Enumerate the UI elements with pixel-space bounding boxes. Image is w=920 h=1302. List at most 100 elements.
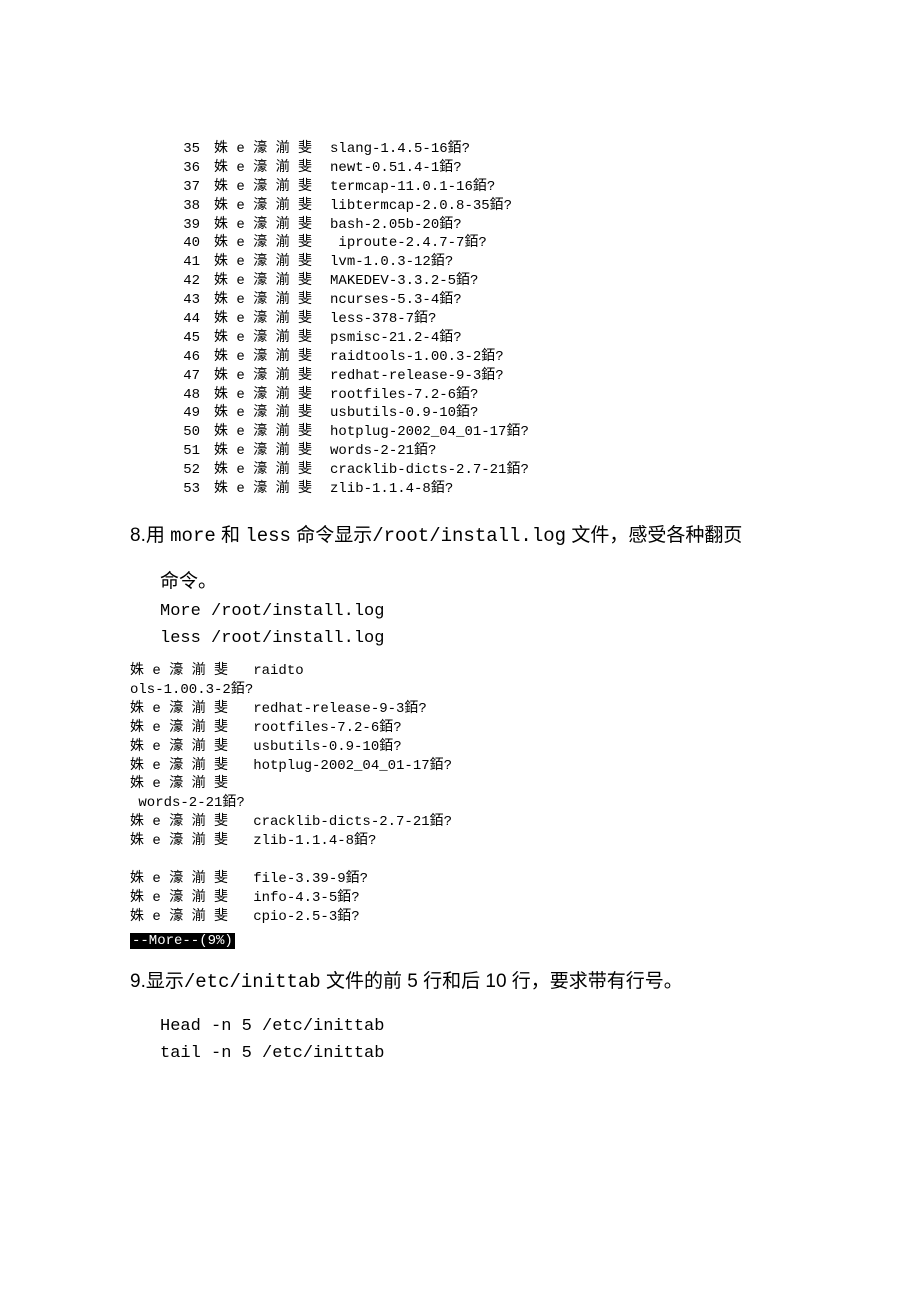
line-number: 43 bbox=[160, 291, 214, 310]
line-value: psmisc-21.2-4銆? bbox=[330, 329, 462, 348]
line-prefix: 姝 e 濠 湔 斐 bbox=[214, 442, 330, 461]
line-prefix: 姝 e 濠 湔 斐 bbox=[214, 310, 330, 329]
line-value: zlib-1.1.4-8銆? bbox=[330, 480, 453, 499]
line-number: 52 bbox=[160, 461, 214, 480]
terminal-row: 45姝 e 濠 湔 斐psmisc-21.2-4銆? bbox=[160, 329, 840, 348]
terminal-row: 37姝 e 濠 湔 斐termcap-11.0.1-16銆? bbox=[160, 178, 840, 197]
terminal-line bbox=[130, 851, 840, 870]
line-prefix: 姝 e 濠 湔 斐 bbox=[214, 197, 330, 216]
line-prefix: 姝 e 濠 湔 斐 bbox=[214, 216, 330, 235]
line-value: less-378-7銆? bbox=[330, 310, 436, 329]
terminal-listing-2: 姝 e 濠 湔 斐 raidtools-1.00.3-2銆?姝 e 濠 湔 斐 … bbox=[130, 662, 840, 926]
terminal-row: 43姝 e 濠 湔 斐ncurses-5.3-4銆? bbox=[160, 291, 840, 310]
terminal-row: 41姝 e 濠 湔 斐lvm-1.0.3-12銆? bbox=[160, 253, 840, 272]
terminal-line: 姝 e 濠 湔 斐 usbutils-0.9-10銆? bbox=[130, 738, 840, 757]
line-value: MAKEDEV-3.3.2-5銆? bbox=[330, 272, 478, 291]
line-number: 53 bbox=[160, 480, 214, 499]
terminal-row: 35姝 e 濠 湔 斐slang-1.4.5-16銆? bbox=[160, 140, 840, 159]
line-prefix: 姝 e 濠 湔 斐 bbox=[214, 423, 330, 442]
command-less: less /root/install.log bbox=[160, 625, 840, 652]
line-prefix: 姝 e 濠 湔 斐 bbox=[214, 178, 330, 197]
line-number: 47 bbox=[160, 367, 214, 386]
terminal-row: 46姝 e 濠 湔 斐raidtools-1.00.3-2銆? bbox=[160, 348, 840, 367]
terminal-row: 52姝 e 濠 湔 斐cracklib-dicts-2.7-21銆? bbox=[160, 461, 840, 480]
terminal-row: 49姝 e 濠 湔 斐usbutils-0.9-10銆? bbox=[160, 404, 840, 423]
line-value: iproute-2.4.7-7銆? bbox=[330, 234, 487, 253]
line-prefix: 姝 e 濠 湔 斐 bbox=[214, 140, 330, 159]
terminal-row: 47姝 e 濠 湔 斐redhat-release-9-3銆? bbox=[160, 367, 840, 386]
line-value: ncurses-5.3-4銆? bbox=[330, 291, 462, 310]
terminal-line: 姝 e 濠 湔 斐 bbox=[130, 775, 840, 794]
more-status-bar: --More--(9%) bbox=[130, 933, 235, 949]
line-prefix: 姝 e 濠 湔 斐 bbox=[214, 234, 330, 253]
line-number: 51 bbox=[160, 442, 214, 461]
line-value: raidtools-1.00.3-2銆? bbox=[330, 348, 504, 367]
line-value: usbutils-0.9-10銆? bbox=[330, 404, 478, 423]
terminal-row: 53姝 e 濠 湔 斐zlib-1.1.4-8銆? bbox=[160, 480, 840, 499]
line-prefix: 姝 e 濠 湔 斐 bbox=[214, 348, 330, 367]
line-number: 50 bbox=[160, 423, 214, 442]
line-value: words-2-21銆? bbox=[330, 442, 436, 461]
line-value: newt-0.51.4-1銆? bbox=[330, 159, 462, 178]
line-value: hotplug-2002_04_01-17銆? bbox=[330, 423, 529, 442]
terminal-line: 姝 e 濠 湔 斐 info-4.3-5銆? bbox=[130, 889, 840, 908]
line-prefix: 姝 e 濠 湔 斐 bbox=[214, 480, 330, 499]
line-number: 42 bbox=[160, 272, 214, 291]
terminal-line: 姝 e 濠 湔 斐 file-3.39-9銆? bbox=[130, 870, 840, 889]
terminal-row: 48姝 e 濠 湔 斐rootfiles-7.2-6銆? bbox=[160, 386, 840, 405]
question-8-tail: 命令。 bbox=[160, 567, 840, 597]
terminal-line: 姝 e 濠 湔 斐 cracklib-dicts-2.7-21銆? bbox=[130, 813, 840, 832]
terminal-line: 姝 e 濠 湔 斐 zlib-1.1.4-8銆? bbox=[130, 832, 840, 851]
line-value: cracklib-dicts-2.7-21銆? bbox=[330, 461, 529, 480]
line-prefix: 姝 e 濠 湔 斐 bbox=[214, 386, 330, 405]
line-number: 35 bbox=[160, 140, 214, 159]
question-8-heading: 8.用 more 和 less 命令显示/root/install.log 文件… bbox=[130, 521, 840, 551]
terminal-line: 姝 e 濠 湔 斐 rootfiles-7.2-6銆? bbox=[130, 719, 840, 738]
line-number: 46 bbox=[160, 348, 214, 367]
terminal-row: 44姝 e 濠 湔 斐less-378-7銆? bbox=[160, 310, 840, 329]
line-prefix: 姝 e 濠 湔 斐 bbox=[214, 404, 330, 423]
terminal-line: words-2-21銆? bbox=[130, 794, 840, 813]
terminal-line: 姝 e 濠 湔 斐 raidto bbox=[130, 662, 840, 681]
line-number: 40 bbox=[160, 234, 214, 253]
line-prefix: 姝 e 濠 湔 斐 bbox=[214, 367, 330, 386]
line-number: 48 bbox=[160, 386, 214, 405]
line-number: 45 bbox=[160, 329, 214, 348]
line-number: 37 bbox=[160, 178, 214, 197]
line-value: lvm-1.0.3-12銆? bbox=[330, 253, 453, 272]
terminal-row: 39姝 e 濠 湔 斐bash-2.05b-20銆? bbox=[160, 216, 840, 235]
command-tail: tail -n 5 /etc/inittab bbox=[160, 1040, 840, 1067]
terminal-line: 姝 e 濠 湔 斐 cpio-2.5-3銆? bbox=[130, 908, 840, 927]
line-number: 49 bbox=[160, 404, 214, 423]
terminal-row: 42姝 e 濠 湔 斐MAKEDEV-3.3.2-5銆? bbox=[160, 272, 840, 291]
line-value: redhat-release-9-3銆? bbox=[330, 367, 504, 386]
line-number: 41 bbox=[160, 253, 214, 272]
line-value: bash-2.05b-20銆? bbox=[330, 216, 462, 235]
line-value: termcap-11.0.1-16銆? bbox=[330, 178, 495, 197]
question-9-heading: 9.显示/etc/inittab 文件的前 5 行和后 10 行，要求带有行号。 bbox=[130, 967, 840, 997]
terminal-line: 姝 e 濠 湔 斐 redhat-release-9-3銆? bbox=[130, 700, 840, 719]
question-number: 8. bbox=[130, 525, 146, 546]
line-number: 36 bbox=[160, 159, 214, 178]
terminal-row: 50姝 e 濠 湔 斐hotplug-2002_04_01-17銆? bbox=[160, 423, 840, 442]
terminal-row: 51姝 e 濠 湔 斐words-2-21銆? bbox=[160, 442, 840, 461]
command-more: More /root/install.log bbox=[160, 598, 840, 625]
terminal-listing-1: 35姝 e 濠 湔 斐slang-1.4.5-16銆?36姝 e 濠 湔 斐ne… bbox=[160, 140, 840, 499]
line-value: rootfiles-7.2-6銆? bbox=[330, 386, 478, 405]
line-prefix: 姝 e 濠 湔 斐 bbox=[214, 159, 330, 178]
terminal-line: ols-1.00.3-2銆? bbox=[130, 681, 840, 700]
terminal-line: 姝 e 濠 湔 斐 hotplug-2002_04_01-17銆? bbox=[130, 757, 840, 776]
line-prefix: 姝 e 濠 湔 斐 bbox=[214, 461, 330, 480]
line-value: libtermcap-2.0.8-35銆? bbox=[330, 197, 512, 216]
terminal-row: 40姝 e 濠 湔 斐 iproute-2.4.7-7銆? bbox=[160, 234, 840, 253]
line-value: slang-1.4.5-16銆? bbox=[330, 140, 470, 159]
line-prefix: 姝 e 濠 湔 斐 bbox=[214, 253, 330, 272]
line-number: 44 bbox=[160, 310, 214, 329]
question-number: 9. bbox=[130, 971, 146, 992]
line-prefix: 姝 e 濠 湔 斐 bbox=[214, 272, 330, 291]
line-prefix: 姝 e 濠 湔 斐 bbox=[214, 291, 330, 310]
line-number: 38 bbox=[160, 197, 214, 216]
terminal-row: 38姝 e 濠 湔 斐libtermcap-2.0.8-35銆? bbox=[160, 197, 840, 216]
line-number: 39 bbox=[160, 216, 214, 235]
line-prefix: 姝 e 濠 湔 斐 bbox=[214, 329, 330, 348]
